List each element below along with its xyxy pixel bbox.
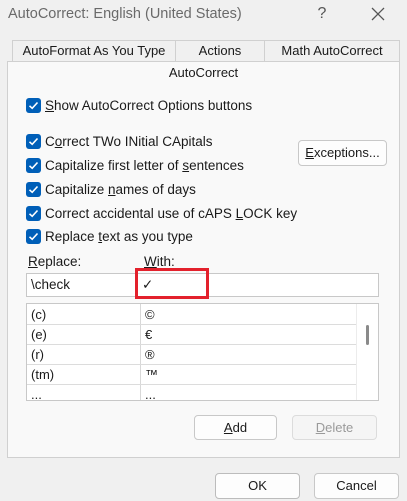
show-autocorrect-options-checkbox[interactable]: Show AutoCorrect Options buttons <box>26 96 252 114</box>
close-button[interactable] <box>364 2 392 26</box>
replace-text-as-you-type-checkbox[interactable]: Replace text as you type <box>26 227 193 245</box>
close-icon <box>371 7 385 21</box>
replace-cell: (tm) <box>31 367 55 382</box>
window-title: AutoCorrect: English (United States) <box>8 6 242 22</box>
capitalize-names-of-days-checkbox[interactable]: Capitalize names of days <box>26 180 196 198</box>
tab-math-autocorrect[interactable]: Math AutoCorrect <box>264 40 400 62</box>
checkbox-label: Replace text as you type <box>45 228 193 244</box>
correct-caps-lock-checkbox[interactable]: Correct accidental use of cAPS LOCK key <box>26 204 297 222</box>
list-item[interactable]: ... ... <box>27 384 357 401</box>
checkbox-checked[interactable] <box>26 181 41 197</box>
capitalize-first-letter-checkbox[interactable]: Capitalize first letter of sentences <box>26 156 244 174</box>
list-item[interactable]: (r) ® <box>27 344 357 364</box>
checkmark-icon <box>28 209 39 217</box>
tab-autocorrect[interactable]: AutoCorrect <box>7 61 400 83</box>
checkbox-label: Capitalize names of days <box>45 181 196 197</box>
help-button[interactable]: ? <box>310 2 334 26</box>
checkmark-icon <box>28 185 39 193</box>
checkmark-icon <box>28 137 39 145</box>
with-cell: ... <box>145 387 156 401</box>
checkbox-checked[interactable] <box>26 97 41 113</box>
delete-button[interactable]: Delete <box>292 415 377 440</box>
add-button[interactable]: Add <box>194 415 277 440</box>
checkbox-label: Correct TWo INitial CApitals <box>45 133 213 149</box>
checkbox-checked[interactable] <box>26 133 41 149</box>
highlight-annotation <box>135 268 209 299</box>
checkbox-checked[interactable] <box>26 228 41 244</box>
scrollbar-thumb[interactable] <box>366 325 369 345</box>
checkmark-icon <box>28 161 39 169</box>
vertical-scrollbar[interactable] <box>356 304 378 400</box>
correct-two-initial-capitals-checkbox[interactable]: Correct TWo INitial CApitals <box>26 132 213 150</box>
checkbox-checked[interactable] <box>26 157 41 173</box>
replace-input[interactable]: \check <box>26 273 138 297</box>
checkbox-label: Correct accidental use of cAPS LOCK key <box>45 205 298 221</box>
tab-actions[interactable]: Actions <box>175 40 265 62</box>
replace-cell: (r) <box>31 347 44 362</box>
tab-autoformat-as-you-type[interactable]: AutoFormat As You Type <box>12 40 176 62</box>
checkmark-icon <box>28 232 39 240</box>
checkbox-checked[interactable] <box>26 205 41 221</box>
replace-cell: (e) <box>31 327 47 342</box>
with-cell: © <box>145 307 155 322</box>
list-item[interactable]: (e) € <box>27 324 357 344</box>
replace-label: Replace: <box>28 254 82 269</box>
replace-cell: (c) <box>31 307 47 322</box>
with-cell: ® <box>145 347 155 362</box>
list-item[interactable]: (tm) ™ <box>27 364 357 384</box>
cancel-button[interactable]: Cancel <box>314 473 399 499</box>
ok-button[interactable]: OK <box>215 473 300 499</box>
with-label: With: <box>144 254 175 269</box>
checkbox-label: Show AutoCorrect Options buttons <box>45 97 253 113</box>
list-item[interactable]: (c) © <box>27 304 357 324</box>
replacement-list[interactable]: (c) © (e) € (r) ® (tm) ™ ... ... <box>26 303 379 401</box>
checkmark-icon <box>28 101 39 109</box>
exceptions-button[interactable]: Exceptions... <box>298 140 387 166</box>
with-cell: € <box>145 327 153 342</box>
title-bar: AutoCorrect: English (United States) ? <box>0 0 407 30</box>
checkbox-label: Capitalize first letter of sentences <box>45 157 244 173</box>
replace-cell: ... <box>31 387 42 401</box>
with-cell: ™ <box>145 367 158 382</box>
